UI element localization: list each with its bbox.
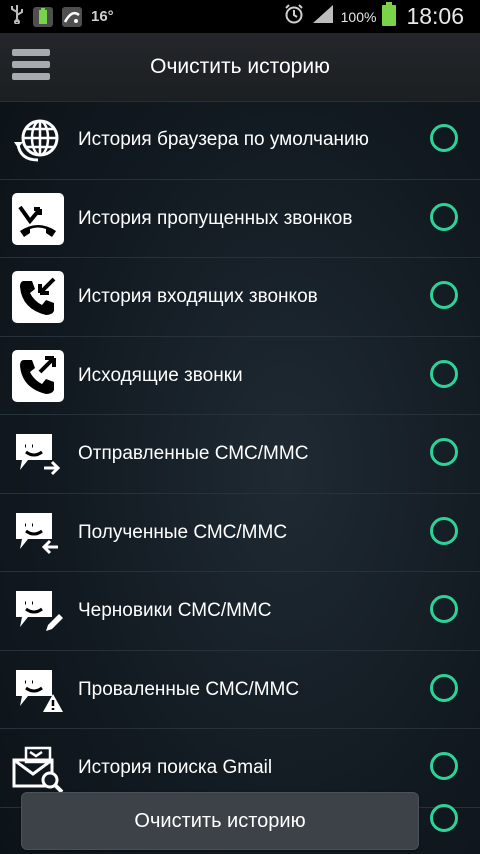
list-item-missed-calls[interactable]: История пропущенных звонков [0,180,480,258]
page-title: Очистить историю [150,55,330,78]
select-radio[interactable] [430,516,458,545]
missed-call-icon [12,192,64,245]
sent-message-icon [12,428,64,480]
list-item-label: Полученные СМС/MMC [78,521,288,543]
list-item-label: Отправленные СМС/MMC [78,443,309,464]
status-bar: 16° 100% 18:06 [0,0,480,33]
list-item-failed-sms[interactable]: Проваленные СМС/MMC [0,651,480,729]
list-item-browser-history[interactable]: История браузера по умолчанию [0,101,480,180]
draft-message-icon [12,585,64,637]
list-item-draft-sms[interactable]: Черновики СМС/MMC [0,572,480,651]
clock-time: 18:06 [406,3,464,29]
outgoing-call-icon [12,349,64,402]
received-message-icon [12,507,64,559]
select-radio[interactable] [430,595,458,623]
battery-notification-icon [33,6,53,27]
list-item-label: Проваленные СМС/MMC [78,678,300,700]
clear-history-button[interactable]: Очистить историю [21,792,419,850]
incoming-call-icon [12,271,64,323]
select-radio[interactable] [430,438,458,466]
select-radio[interactable] [430,359,458,388]
select-radio[interactable] [430,124,458,152]
usb-icon [10,4,24,29]
list-item-label: Черновики СМС/MMC [78,600,272,621]
select-all-radio[interactable] [430,804,458,832]
list-item-outgoing-calls[interactable]: Исходящие звонки [0,337,480,415]
battery-icon [382,2,397,31]
history-list: История браузера по умолчанию История пр… [0,101,480,808]
list-item-received-sms[interactable]: Полученные СМС/MMC [0,494,480,572]
list-item-label: История пропущенных звонков [78,207,353,229]
globe-icon [12,114,64,166]
weather-icon [62,6,82,27]
app-header: Очистить историю [0,33,480,102]
select-radio[interactable] [430,752,458,780]
list-item-sent-sms[interactable]: Отправленные СМС/MMC [0,415,480,494]
signal-icon [311,3,335,30]
alarm-icon [283,3,305,30]
select-radio[interactable] [430,673,458,702]
list-item-label: История входящих звонков [78,286,318,307]
failed-message-icon [12,664,64,716]
list-item-incoming-calls[interactable]: История входящих звонков [0,258,480,337]
select-radio[interactable] [430,202,458,231]
bottom-action-bar: Очистить историю [0,784,480,854]
temperature-text: 16° [91,8,114,25]
list-item-label: Исходящие звонки [78,364,243,386]
list-item-label: История браузера по умолчанию [78,129,369,150]
battery-percent: 100% [340,8,377,25]
select-radio[interactable] [430,281,458,309]
